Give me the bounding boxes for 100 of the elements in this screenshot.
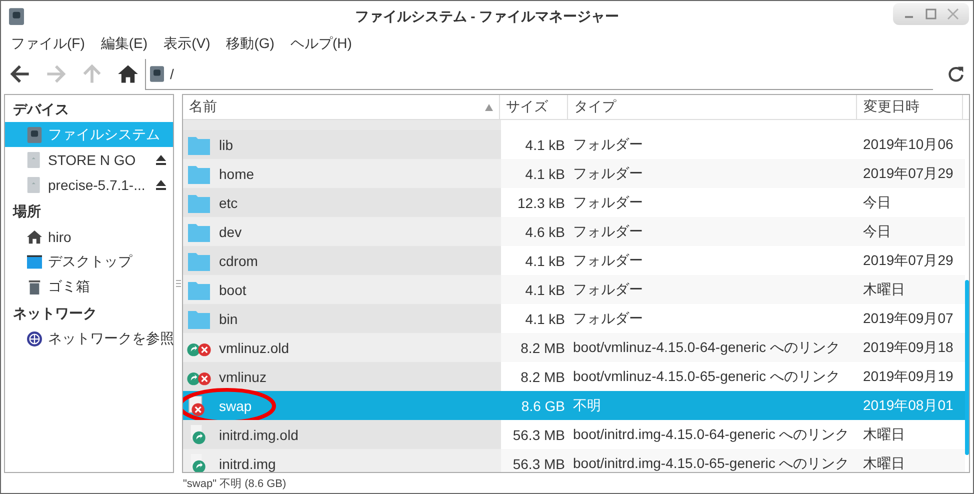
- file-size: 8.2 MB: [520, 338, 566, 358]
- column-header[interactable]: 名前: [183, 95, 500, 119]
- desktop-icon: [27, 254, 42, 270]
- file-size: 8.6 GB: [520, 396, 566, 416]
- file-date: 木曜日: [862, 280, 906, 298]
- file-row[interactable]: cdrom 4.1 kB フォルダー 2019年07月29: [183, 246, 965, 275]
- file-row[interactable]: etc 12.3 kB フォルダー 今日: [183, 188, 965, 217]
- file-row[interactable]: vmlinuz 8.2 MB boot/vmlinuz-4.15.0-65-generic へのリンク 2019年09月19: [183, 362, 965, 391]
- file-type: boot/vmlinuz-4.15.0-64-generic へのリンク: [572, 338, 841, 357]
- file-date: 2019年09月07: [862, 308, 954, 328]
- file-type: boot/vmlinuz-4.15.0-65-generic へのリンク: [572, 366, 841, 386]
- file-size: 56.3 MB: [512, 426, 566, 444]
- file-row[interactable]: home 4.1 kB フォルダー 2019年07月29: [183, 159, 965, 188]
- file-name: initrd.img.old: [219, 426, 298, 442]
- eject-icon[interactable]: [155, 178, 167, 190]
- folder-icon: [187, 192, 211, 212]
- menu-item[interactable]: 編集(E): [100, 35, 148, 53]
- drive-icon: [27, 176, 42, 192]
- file-name: bin: [219, 310, 238, 326]
- section-heading: デバイス: [12, 100, 70, 119]
- eject-icon[interactable]: [155, 154, 167, 166]
- folder-icon: [187, 222, 211, 242]
- file-name: cdrom: [219, 252, 258, 268]
- file-name: boot: [219, 282, 246, 298]
- globe-icon: [27, 330, 42, 346]
- file-date: 2019年07月29: [862, 164, 954, 182]
- close-icon[interactable]: [947, 8, 959, 20]
- sidebar-item[interactable]: hiro: [5, 224, 173, 249]
- file-size: 4.1 kB: [524, 164, 566, 184]
- maximize-icon[interactable]: [925, 8, 937, 20]
- file-type: フォルダー: [572, 134, 644, 154]
- folder-icon: [187, 134, 211, 154]
- menu-item[interactable]: ヘルプ(H): [290, 35, 352, 53]
- file-date: 2019年09月19: [862, 366, 954, 386]
- back-icon[interactable]: [9, 63, 31, 85]
- scrollbar-thumb[interactable]: [965, 280, 969, 455]
- file-name: initrd.img: [219, 456, 276, 472]
- file-name: swap: [219, 398, 252, 414]
- trash-icon: [27, 278, 42, 294]
- file-row[interactable]: boot 4.1 kB フォルダー 木曜日: [183, 275, 965, 304]
- file-type: フォルダー: [572, 222, 644, 240]
- path-field[interactable]: /: [145, 58, 933, 90]
- file-type: boot/initrd.img-4.15.0-65-generic へのリンク: [572, 454, 850, 472]
- file-date: 2019年07月29: [862, 250, 954, 270]
- file-name: lib: [219, 136, 234, 152]
- window-title: ファイルシステム - ファイルマネージャー: [354, 8, 620, 26]
- file-type: フォルダー: [572, 250, 644, 270]
- section-heading: 場所: [12, 202, 42, 221]
- file-size: 4.1 kB: [524, 310, 566, 328]
- file-date: 木曜日: [862, 424, 906, 444]
- file-type: フォルダー: [572, 308, 644, 328]
- file-date: 木曜日: [862, 454, 906, 472]
- menu-item[interactable]: 表示(V): [164, 35, 210, 53]
- file-date: 2019年08月01: [862, 396, 954, 414]
- refresh-icon[interactable]: [947, 65, 965, 83]
- folder-icon: [187, 280, 211, 300]
- sidebar-item[interactable]: デスクトップ: [5, 249, 173, 274]
- file-date: 2019年10月06: [862, 134, 954, 154]
- section-heading: ネットワーク: [12, 304, 98, 323]
- column-header[interactable]: タイプ: [568, 95, 858, 119]
- file-row[interactable]: lib 4.1 kB フォルダー 2019年10月06: [183, 130, 965, 159]
- file-name: etc: [219, 194, 238, 210]
- file-date: 今日: [862, 222, 892, 240]
- file-type: boot/initrd.img-4.15.0-64-generic へのリンク: [572, 424, 850, 444]
- column-header[interactable]: 変更日時: [857, 95, 964, 119]
- file-name: dev: [219, 224, 242, 240]
- file-size: 8.2 MB: [520, 368, 566, 386]
- file-size: 12.3 kB: [516, 194, 566, 212]
- file-size: 4.1 kB: [524, 280, 566, 300]
- file-date: 2019年09月18: [862, 338, 954, 356]
- file-size: 4.1 kB: [524, 252, 566, 270]
- sort-up-icon: [485, 104, 494, 110]
- sidebar-item[interactable]: precise-5.7.1-...: [5, 172, 173, 197]
- sidebar-item[interactable]: ネットワークを参照: [5, 326, 173, 351]
- folder-icon: [187, 164, 211, 184]
- file-size: 4.6 kB: [524, 222, 566, 242]
- column-header[interactable]: サイズ: [500, 95, 568, 119]
- file-date: 今日: [862, 192, 892, 212]
- file-row[interactable]: vmlinuz.old 8.2 MB boot/vmlinuz-4.15.0-64-generic へのリンク 2019年09月18: [183, 333, 965, 362]
- sidebar-item[interactable]: ゴミ箱: [5, 274, 173, 299]
- file-row[interactable]: dev 4.6 kB フォルダー 今日: [183, 217, 965, 246]
- file-name: vmlinuz: [219, 368, 266, 384]
- home-icon[interactable]: [117, 63, 139, 85]
- drive-icon: [27, 152, 42, 168]
- file-type: フォルダー: [572, 280, 644, 298]
- file-row[interactable]: bin 4.1 kB フォルダー 2019年09月07: [183, 304, 965, 333]
- file-type: フォルダー: [572, 164, 644, 182]
- status-text: "swap" 不明 (8.6 GB): [182, 476, 288, 492]
- file-row[interactable]: initrd.img.old 56.3 MB boot/initrd.img-4.15.0-64-generic へのリンク 木曜日: [183, 420, 965, 449]
- file-size: 56.3 MB: [512, 454, 566, 472]
- file-name: home: [219, 166, 254, 182]
- file-type: フォルダー: [572, 192, 644, 212]
- file-row[interactable]: initrd.img 56.3 MB boot/initrd.img-4.15.0-65-generic へのリンク 木曜日: [183, 449, 965, 472]
- sidebar-item[interactable]: STORE N GO: [5, 147, 173, 172]
- menu-item[interactable]: 移動(G): [226, 35, 274, 53]
- file-name: vmlinuz.old: [219, 340, 290, 356]
- menu-item[interactable]: ファイル(F): [11, 35, 85, 53]
- file-size: 4.1 kB: [524, 136, 566, 154]
- folder-icon: [187, 308, 211, 328]
- home-icon: [27, 228, 42, 244]
